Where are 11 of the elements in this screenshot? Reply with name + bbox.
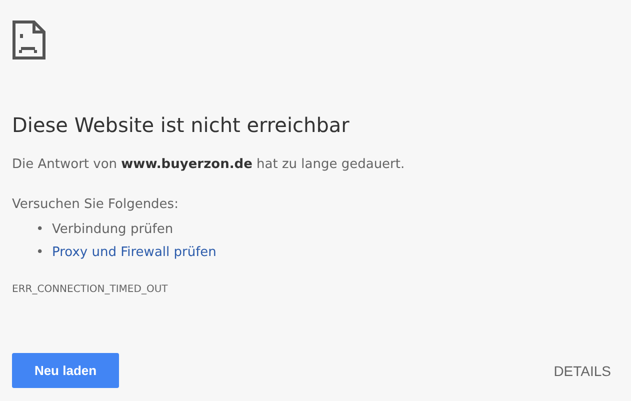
suggestion-item: Verbindung prüfen xyxy=(52,221,174,239)
sad-document-icon xyxy=(12,20,46,60)
error-message: Die Antwort von www.buyerzon.de hat zu lange gedauert. xyxy=(12,156,406,174)
details-button[interactable]: DETAILS xyxy=(554,362,611,378)
bullet-mark: • xyxy=(36,221,45,239)
error-heading: Diese Website ist nicht erreichbar xyxy=(12,112,350,139)
suggestion-link[interactable]: Proxy und Firewall prüfen xyxy=(52,241,216,264)
error-code: ERR_CONNECTION_TIMED_OUT xyxy=(12,283,169,297)
reload-button[interactable]: Neu laden xyxy=(12,353,119,388)
suggestions-intro: Versuchen Sie Folgendes: xyxy=(12,196,180,214)
bullet-mark: • xyxy=(36,244,45,262)
